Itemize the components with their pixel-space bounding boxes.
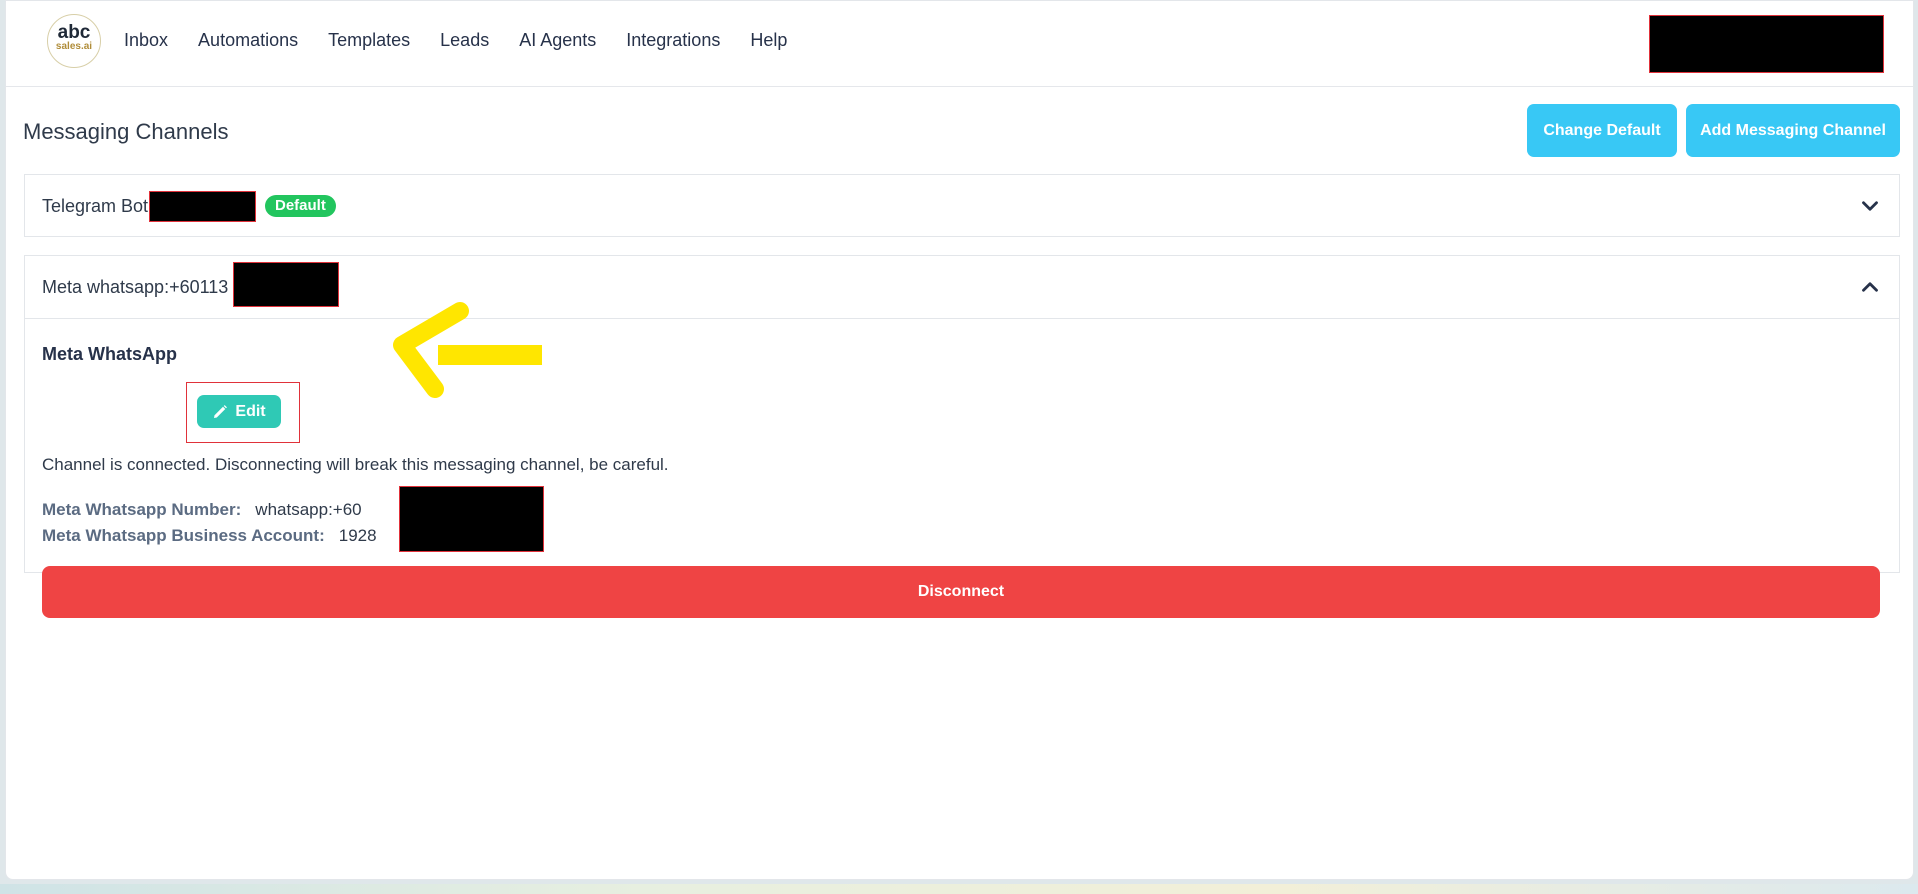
channel-card-telegram: Telegram Bot Default (24, 174, 1900, 237)
business-account-label: Meta Whatsapp Business Account: (42, 526, 325, 545)
business-account-row: Meta Whatsapp Business Account: 1928 (42, 526, 377, 546)
redacted-account-details (399, 486, 544, 552)
edit-button[interactable]: Edit (197, 395, 281, 428)
page-title: Messaging Channels (23, 119, 229, 144)
connection-notice: Channel is connected. Disconnecting will… (42, 455, 669, 474)
channel-title: Telegram Bot (42, 196, 149, 216)
logo-text-secondary: sales.ai (55, 41, 93, 52)
nav-item-leads[interactable]: Leads (440, 30, 489, 51)
edit-button-label: Edit (235, 402, 266, 420)
top-navbar: abc sales.ai Inbox Automations Templates… (6, 1, 1913, 87)
add-messaging-channel-button[interactable]: Add Messaging Channel (1686, 104, 1900, 157)
annotation-arrow-icon (393, 302, 542, 398)
logo-text-primary: abc (57, 22, 91, 43)
redacted-bot-name (149, 191, 256, 222)
default-badge: Default (265, 195, 336, 217)
chevron-up-icon[interactable] (1857, 274, 1883, 300)
nav-links: Inbox Automations Templates Leads AI Age… (124, 30, 817, 51)
nav-item-inbox[interactable]: Inbox (124, 30, 168, 51)
chevron-down-icon[interactable] (1857, 193, 1883, 219)
channel-title: Meta whatsapp:+60113 (42, 277, 229, 297)
channel-header-meta-whatsapp[interactable]: Meta whatsapp:+60113 (25, 256, 1899, 319)
disconnect-button[interactable]: Disconnect (42, 566, 1880, 618)
redacted-phone-number (233, 262, 339, 307)
app-window: abc sales.ai Inbox Automations Templates… (5, 0, 1914, 880)
nav-item-templates[interactable]: Templates (328, 30, 410, 51)
whatsapp-number-label: Meta Whatsapp Number: (42, 500, 242, 519)
section-title: Meta WhatsApp (42, 344, 177, 364)
whatsapp-number-value: whatsapp:+60 (255, 500, 362, 519)
user-menu-redacted[interactable] (1649, 15, 1884, 73)
change-default-button[interactable]: Change Default (1527, 104, 1677, 157)
nav-item-integrations[interactable]: Integrations (626, 30, 720, 51)
nav-item-automations[interactable]: Automations (198, 30, 298, 51)
whatsapp-number-row: Meta Whatsapp Number: whatsapp:+60 (42, 500, 362, 520)
pencil-icon (214, 404, 228, 418)
nav-item-ai-agents[interactable]: AI Agents (519, 30, 596, 51)
nav-item-help[interactable]: Help (750, 30, 787, 51)
business-account-value: 1928 (338, 526, 377, 545)
channel-card-meta-whatsapp: Meta whatsapp:+60113 Meta WhatsApp Edit … (24, 255, 1900, 618)
brand-logo[interactable]: abc sales.ai (47, 14, 101, 68)
desktop-background-strip (0, 884, 1918, 894)
channel-header-telegram[interactable]: Telegram Bot Default (25, 175, 1899, 237)
